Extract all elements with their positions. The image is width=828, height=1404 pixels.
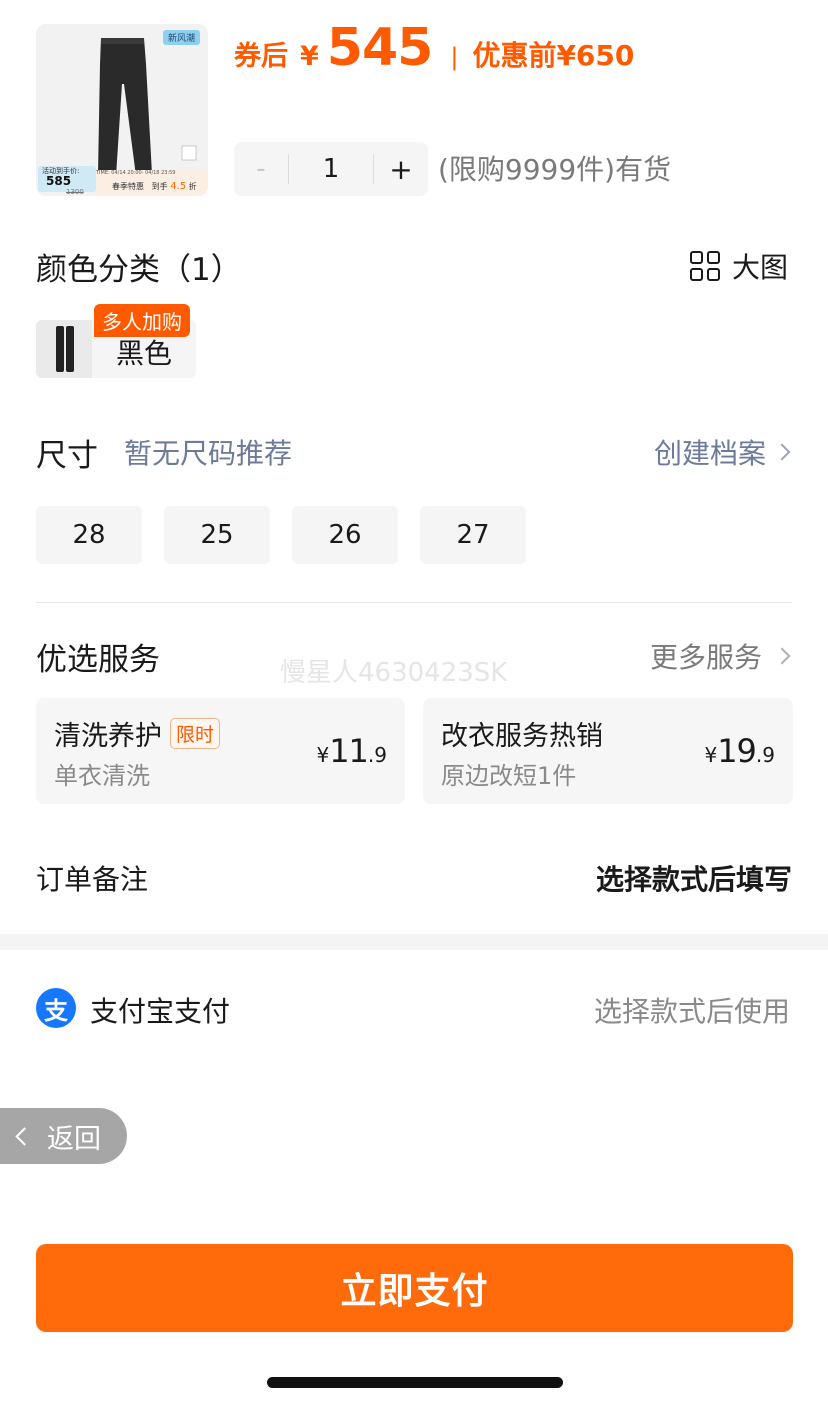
service-price: ¥ 19 .9 (704, 732, 775, 770)
service-title: 清洗养护 (54, 721, 162, 752)
chevron-right-icon (773, 443, 791, 461)
more-services-label: 更多服务 (649, 641, 762, 674)
service-subtitle: 单衣清洗 (54, 762, 150, 790)
image-price: 585 (46, 174, 72, 188)
create-profile-label: 创建档案 (653, 437, 766, 470)
currency-symbol: ¥ (300, 41, 319, 72)
alipay-icon: 支 (36, 988, 76, 1028)
chevron-left-icon (15, 1126, 34, 1146)
image-date-range: TIME: 04/14 20:00- 04/18 23:59 (96, 170, 176, 176)
payment-method-label[interactable]: 支付宝支付 (90, 990, 230, 1030)
decrement-button[interactable]: - (234, 154, 288, 184)
image-badge: 新风潮 (162, 30, 200, 45)
image-promo: 春季特惠 到手 4.5 折 (112, 181, 197, 192)
home-indicator[interactable] (267, 1377, 563, 1388)
size-option[interactable]: 27 (420, 506, 526, 564)
service-card-cleaning[interactable]: 清洗养护 限时 单衣清洗 ¥ 11 .9 (36, 698, 405, 804)
section-separator-band (0, 934, 828, 950)
back-label: 返回 (47, 1123, 101, 1155)
order-note-label: 订单备注 (36, 863, 149, 896)
quantity-stepper: - 1 + (234, 142, 428, 196)
price-label: 券后 (234, 41, 288, 72)
limited-time-tag: 限时 (170, 718, 221, 749)
order-note-field[interactable]: 选择款式后填写 (596, 858, 792, 898)
section-divider (36, 602, 792, 603)
color-option-label: 黑色 (116, 337, 173, 370)
service-title-row: 改衣服务热销 (441, 714, 603, 753)
grid-icon (689, 251, 720, 281)
size-section-title: 尺寸 (36, 438, 98, 474)
pre-discount-label: 优惠前 (472, 39, 557, 72)
service-title-row: 清洗养护 限时 (54, 714, 221, 753)
services-section-title: 优选服务 (36, 642, 160, 678)
quantity-input[interactable]: 1 (289, 154, 373, 184)
service-price: ¥ 11 .9 (316, 732, 387, 770)
pay-now-button[interactable]: 立即支付 (36, 1244, 793, 1332)
service-card-alteration[interactable]: 改衣服务热销 原边改短1件 ¥ 19 .9 (423, 698, 793, 804)
service-title: 改衣服务热销 (441, 721, 603, 752)
size-option[interactable]: 25 (164, 506, 270, 564)
big-image-label: 大图 (731, 251, 788, 284)
popular-tag: 多人加购 (94, 304, 190, 337)
color-section-title: 颜色分类（1） (36, 252, 242, 288)
create-profile-link[interactable]: 创建档案 (653, 432, 791, 472)
product-thumbnail[interactable]: 新风潮 活动到手价: 585 1300 TIME: 04/14 20:00- 0… (36, 24, 208, 196)
price-line: 券后 ¥ 545 | 优惠前 ¥650 (234, 18, 634, 82)
price-value: 545 (326, 18, 434, 78)
purchase-limit: (限购9999件)有货 (438, 153, 672, 186)
size-recommendation-hint: 暂无尺码推荐 (124, 437, 293, 470)
service-subtitle: 原边改短1件 (441, 762, 577, 790)
payment-method-status: 选择款式后使用 (593, 995, 790, 1028)
price-separator: | (450, 43, 459, 71)
more-services-link[interactable]: 更多服务 (649, 636, 791, 676)
image-orig-price: 1300 (66, 188, 84, 196)
big-image-toggle[interactable]: 大图 (689, 246, 788, 286)
size-option[interactable]: 28 (36, 506, 142, 564)
size-option[interactable]: 26 (292, 506, 398, 564)
watermark: 慢星人4630423SK (280, 658, 508, 688)
back-button[interactable]: 返回 (0, 1108, 127, 1164)
chevron-right-icon (773, 647, 791, 665)
increment-button[interactable]: + (374, 153, 428, 186)
color-option-thumbnail (36, 320, 92, 378)
pre-discount-price: ¥650 (556, 39, 635, 72)
